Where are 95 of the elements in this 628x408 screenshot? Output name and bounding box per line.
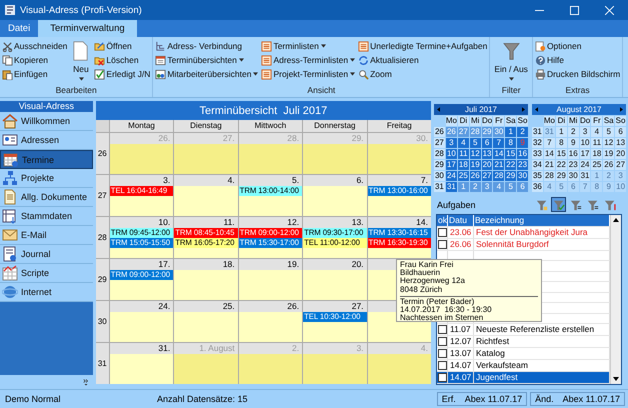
week-number: 30 [434,171,445,181]
week-number: 30 [96,301,109,342]
tasks-title: Aufgaben [437,200,477,210]
day-number: 7. [420,175,428,185]
weekday-header: Donnerstag [303,120,367,132]
window-title: Visual-Adress (Profi-Version) [20,4,143,16]
day-number: 3. [163,175,170,185]
record-count: Anzahl Datensätze: 15 [157,394,249,404]
status-value: Abex 11.07.17 [464,394,522,404]
week-number: 35 [532,171,543,181]
month-title: August 2017 [556,105,602,114]
day-number: 11. [223,217,235,227]
weekday-header: Mittwoch [238,120,302,132]
weekday-label: Mo [446,116,457,126]
weekday-label: Fr [493,116,504,126]
weekday-label: Di [458,116,469,126]
task-date: 14.07 [448,372,474,383]
tooltip-text: Bildhauerin [400,269,442,278]
weekday-label: Mi [568,116,579,126]
day-number: 30. [416,133,428,143]
week-number: 31 [434,182,445,192]
calendar-title: Terminübersicht Juli 2017 [96,101,431,120]
weekday-label: So [615,116,626,126]
weekday-header: Freitag [368,120,431,132]
status-label: Änd. [535,394,554,404]
week-number: 28 [96,217,109,258]
week-number: 27 [434,138,445,148]
week-number: 31 [96,343,109,384]
tooltip-text: 8048 Zürich [400,286,442,294]
day-number: 29. [352,133,364,143]
week-number: 29 [434,160,445,170]
week-number: 26 [96,133,109,174]
weekday-label: Sa [603,116,614,126]
week-number: 33 [532,149,543,159]
weekday-label: Di [556,116,567,126]
day-number: 26. [287,301,300,311]
day-number: 2. [292,343,300,353]
day-number: 25. [222,301,235,311]
day-number: 5. [292,175,300,185]
sidebar-title: Visual-Adress [0,101,93,112]
status-label: Erf. [442,394,456,404]
group-label: Bearbeiten [54,85,98,97]
task-date: 23.06 [448,227,474,238]
day-number: 26. [158,133,170,143]
weekday-header: Dienstag [174,120,238,132]
day-number: 4. [420,343,428,353]
weekday-label: So [517,116,528,126]
task-date: 11.07 [448,324,474,335]
week-number: 27 [96,175,109,216]
weekday-label: Mi [470,116,481,126]
status-value: Abex 11.07.17 [562,394,620,404]
day-number: 24. [158,301,170,311]
day-number: 4. [228,175,235,185]
day-number: 6. [356,175,364,185]
day-number: 20. [352,259,364,269]
weekday-header: Montag [110,120,174,132]
day-number: 17. [158,259,170,269]
task-date: 12.07 [448,336,474,347]
day-number: 1. August [199,343,235,353]
tooltip-text: Nachtessen im Sternen [400,314,484,321]
task-date: 13.07 [448,348,474,359]
month-title: Juli 2017 [464,105,498,114]
day-number: 31. [158,343,170,353]
group-label: Ansicht [306,85,336,97]
week-number: 32 [532,138,543,148]
day-number: 19. [287,259,300,269]
weekday-label: Do [580,116,590,126]
day-number: 12. [287,217,300,227]
tooltip-text: Herzogenweg 12a [400,277,466,286]
tooltip-text: 14.07.2017 16:30 - 19:30 [400,306,493,314]
day-number: 28. [287,133,300,143]
task-date: 14.07 [448,360,474,371]
week-number: 28 [434,149,445,159]
week-number: 31 [532,127,543,137]
tooltip-text: Termin (Peter Bader) [400,298,476,306]
day-number: 27. [222,133,235,143]
status-text: Demo Normal [4,394,62,404]
day-number: 13. [352,217,364,227]
task-date: 26.06 [448,239,474,250]
group-label: Filter [500,85,522,97]
weekday-label: Do [482,116,492,126]
weekday-label: Fr [591,116,602,126]
day-number: 14. [416,217,428,227]
day-number: 27. [352,301,364,311]
tooltip-text: Frau Karin Frei [400,261,454,269]
day-number: 3. [356,343,364,353]
day-number: 10. [158,217,170,227]
week-number: 34 [532,160,543,170]
day-number: 18. [222,259,235,269]
week-number: 26 [434,127,445,137]
week-number: 29 [96,259,109,300]
week-number: 36 [532,182,543,192]
weekday-label: Sa [505,116,516,126]
group-label: Extras [564,85,591,97]
weekday-label: Mo [544,116,555,126]
